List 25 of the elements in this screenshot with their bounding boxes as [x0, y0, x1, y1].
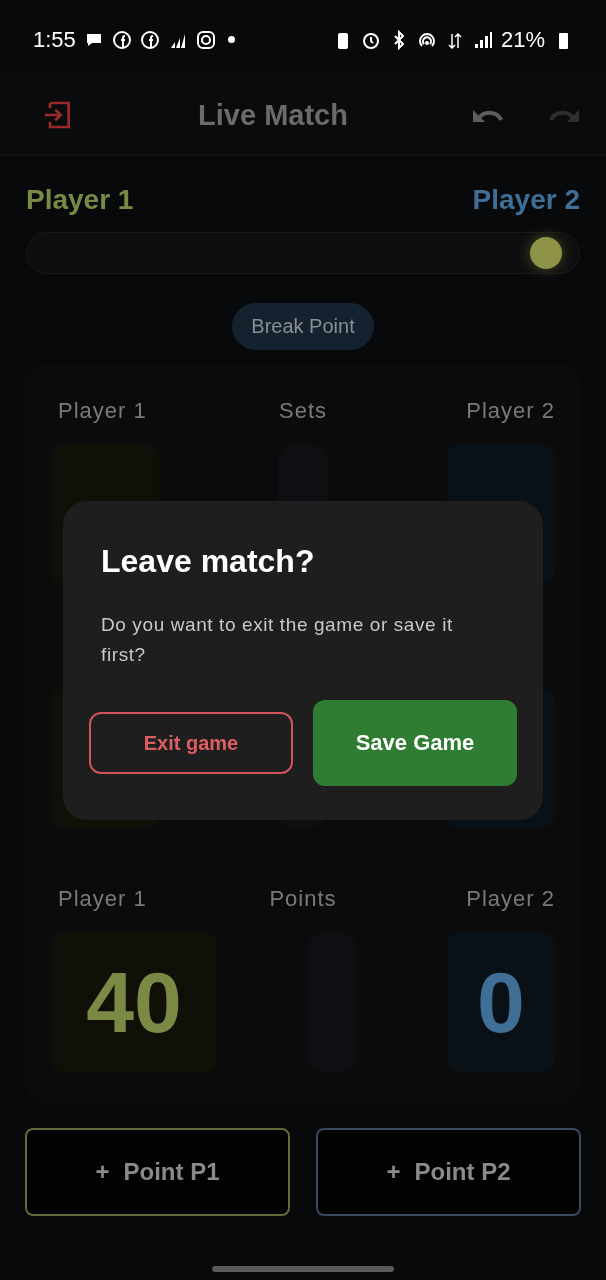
player-name: Player 2 [472, 184, 580, 216]
score-value: 40 [86, 952, 182, 1052]
column-label: Player 2 [465, 886, 555, 912]
column-label: Player 2 [465, 398, 555, 424]
screen-title: Live Match [197, 98, 349, 132]
facebook-icon [111, 29, 132, 50]
column-label: Sets [278, 398, 328, 424]
score-value: 0 [477, 952, 525, 1052]
battery-percent: 21% [500, 26, 545, 53]
exit-button[interactable]: Exit game [89, 712, 293, 774]
camera-icon [195, 29, 216, 50]
dot-icon [227, 36, 235, 43]
column-label: Points [268, 886, 338, 912]
status-badge: Break Point [232, 303, 374, 350]
player-name: Player 1 [26, 184, 134, 216]
dialog-message: Do you want to exit the game or save it first? [101, 613, 454, 667]
add-point-button[interactable]: + Point P2 [316, 1128, 581, 1216]
facebook-icon [139, 29, 160, 50]
column-label: Player 1 [57, 398, 148, 424]
save-button[interactable]: Save Game [313, 700, 517, 786]
dialog-title: Leave match? [101, 543, 316, 580]
clock: 1:55 [33, 26, 76, 53]
signal-icon [472, 29, 493, 50]
add-point-button[interactable]: + Point P1 [25, 1128, 290, 1216]
column-label: Player 1 [57, 886, 148, 912]
